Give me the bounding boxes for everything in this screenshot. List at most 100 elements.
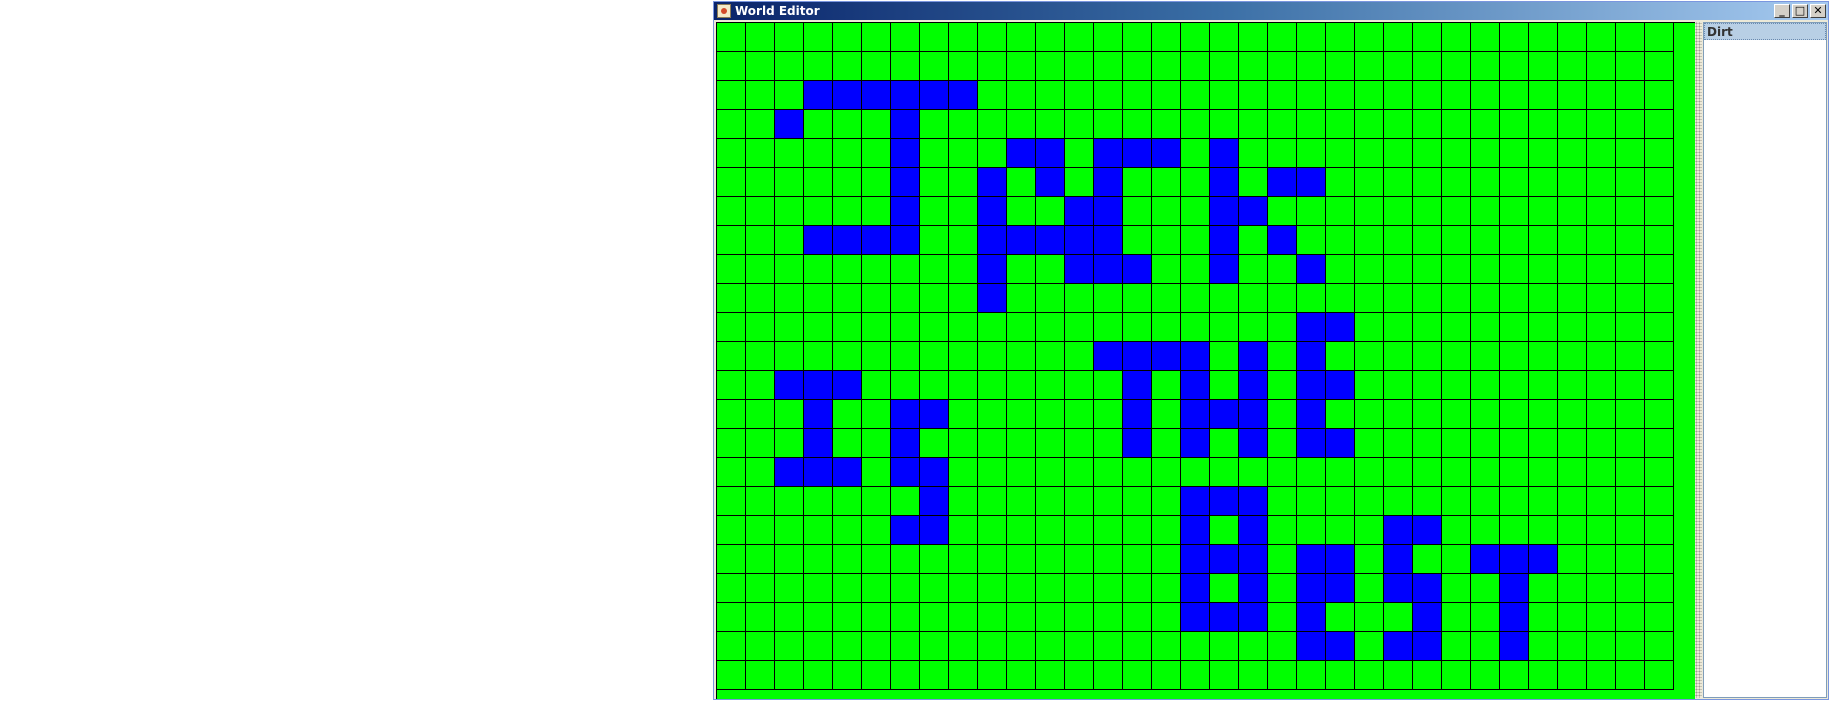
grass-tile[interactable]: [1645, 197, 1674, 226]
grass-tile[interactable]: [1036, 52, 1065, 81]
grass-tile[interactable]: [1616, 81, 1645, 110]
grass-tile[interactable]: [1645, 458, 1674, 487]
grass-tile[interactable]: [1616, 23, 1645, 52]
grass-tile[interactable]: [1587, 458, 1616, 487]
wall-tile[interactable]: [1297, 255, 1326, 284]
grass-tile[interactable]: [1239, 168, 1268, 197]
grass-tile[interactable]: [1558, 139, 1587, 168]
grass-tile[interactable]: [1529, 429, 1558, 458]
grass-tile[interactable]: [1355, 52, 1384, 81]
grass-tile[interactable]: [978, 429, 1007, 458]
grass-tile[interactable]: [920, 603, 949, 632]
grass-tile[interactable]: [1152, 226, 1181, 255]
grass-tile[interactable]: [833, 313, 862, 342]
grass-tile[interactable]: [1616, 255, 1645, 284]
grass-tile[interactable]: [1558, 110, 1587, 139]
grass-tile[interactable]: [1239, 139, 1268, 168]
grass-tile[interactable]: [1036, 110, 1065, 139]
grass-tile[interactable]: [1297, 458, 1326, 487]
wall-tile[interactable]: [1036, 226, 1065, 255]
grass-tile[interactable]: [1036, 284, 1065, 313]
wall-tile[interactable]: [1181, 371, 1210, 400]
grass-tile[interactable]: [1065, 371, 1094, 400]
grass-tile[interactable]: [804, 23, 833, 52]
grass-tile[interactable]: [1355, 255, 1384, 284]
grass-tile[interactable]: [1094, 516, 1123, 545]
grass-tile[interactable]: [1442, 81, 1471, 110]
grass-tile[interactable]: [1210, 23, 1239, 52]
grass-tile[interactable]: [1529, 458, 1558, 487]
grass-tile[interactable]: [775, 255, 804, 284]
grass-tile[interactable]: [804, 342, 833, 371]
grass-tile[interactable]: [1442, 168, 1471, 197]
grass-tile[interactable]: [891, 661, 920, 690]
grass-tile[interactable]: [1587, 574, 1616, 603]
grass-tile[interactable]: [1268, 516, 1297, 545]
wall-tile[interactable]: [1123, 371, 1152, 400]
grass-tile[interactable]: [1471, 487, 1500, 516]
grass-tile[interactable]: [1326, 284, 1355, 313]
grass-tile[interactable]: [1065, 313, 1094, 342]
grass-tile[interactable]: [1384, 197, 1413, 226]
grass-tile[interactable]: [1355, 342, 1384, 371]
grass-tile[interactable]: [1007, 342, 1036, 371]
wall-tile[interactable]: [1297, 342, 1326, 371]
grass-tile[interactable]: [862, 371, 891, 400]
grass-tile[interactable]: [1181, 168, 1210, 197]
wall-tile[interactable]: [833, 226, 862, 255]
grass-tile[interactable]: [862, 487, 891, 516]
grass-tile[interactable]: [1123, 632, 1152, 661]
grass-tile[interactable]: [833, 168, 862, 197]
wall-tile[interactable]: [1297, 545, 1326, 574]
grass-tile[interactable]: [1645, 313, 1674, 342]
grass-tile[interactable]: [978, 81, 1007, 110]
grass-tile[interactable]: [1587, 342, 1616, 371]
grass-tile[interactable]: [1500, 342, 1529, 371]
grass-tile[interactable]: [891, 632, 920, 661]
grass-tile[interactable]: [1645, 516, 1674, 545]
wall-tile[interactable]: [1413, 516, 1442, 545]
grass-tile[interactable]: [746, 81, 775, 110]
grass-tile[interactable]: [1355, 371, 1384, 400]
grass-tile[interactable]: [717, 197, 746, 226]
grass-tile[interactable]: [1529, 371, 1558, 400]
grass-tile[interactable]: [1007, 574, 1036, 603]
grass-tile[interactable]: [1268, 545, 1297, 574]
grass-tile[interactable]: [1326, 110, 1355, 139]
grass-tile[interactable]: [862, 458, 891, 487]
grass-tile[interactable]: [1413, 197, 1442, 226]
wall-tile[interactable]: [1210, 255, 1239, 284]
grass-tile[interactable]: [1384, 313, 1413, 342]
grass-tile[interactable]: [1268, 23, 1297, 52]
grass-tile[interactable]: [862, 400, 891, 429]
grass-tile[interactable]: [1384, 661, 1413, 690]
wall-tile[interactable]: [891, 458, 920, 487]
grass-tile[interactable]: [1442, 603, 1471, 632]
grass-tile[interactable]: [1471, 110, 1500, 139]
grass-tile[interactable]: [1239, 23, 1268, 52]
grass-tile[interactable]: [1326, 52, 1355, 81]
grass-tile[interactable]: [949, 661, 978, 690]
grass-tile[interactable]: [1529, 139, 1558, 168]
wall-tile[interactable]: [1326, 574, 1355, 603]
grass-tile[interactable]: [1007, 516, 1036, 545]
grass-tile[interactable]: [1558, 197, 1587, 226]
wall-tile[interactable]: [1181, 400, 1210, 429]
grass-tile[interactable]: [804, 313, 833, 342]
grass-tile[interactable]: [1558, 342, 1587, 371]
grass-tile[interactable]: [804, 632, 833, 661]
minimize-button[interactable]: _: [1774, 4, 1790, 18]
grass-tile[interactable]: [1471, 429, 1500, 458]
grass-tile[interactable]: [804, 603, 833, 632]
grass-tile[interactable]: [1065, 52, 1094, 81]
grass-tile[interactable]: [1268, 139, 1297, 168]
wall-tile[interactable]: [978, 284, 1007, 313]
grass-tile[interactable]: [775, 400, 804, 429]
grass-tile[interactable]: [1036, 313, 1065, 342]
grass-tile[interactable]: [1152, 400, 1181, 429]
grass-tile[interactable]: [1268, 574, 1297, 603]
grass-tile[interactable]: [1094, 371, 1123, 400]
grass-tile[interactable]: [1471, 574, 1500, 603]
wall-tile[interactable]: [862, 81, 891, 110]
grass-tile[interactable]: [1297, 661, 1326, 690]
